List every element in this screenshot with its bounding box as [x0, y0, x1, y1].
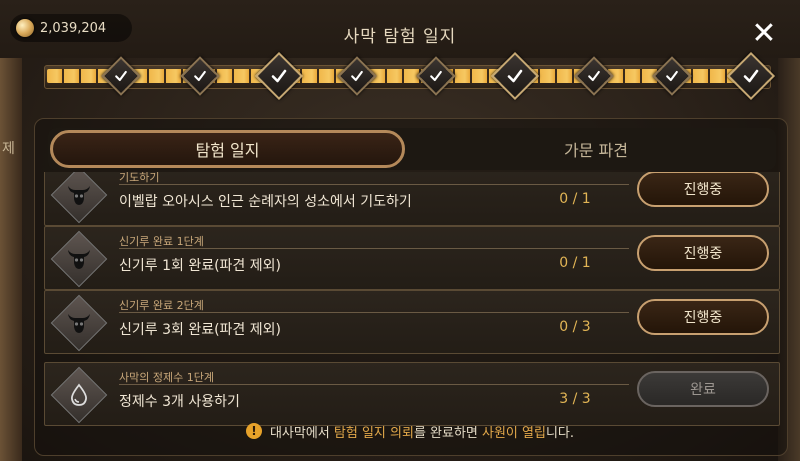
quest-progress-count: 3 / 3: [559, 391, 591, 407]
quest-row: 신기루 완료 1단계신기루 1회 완료(파견 제외) 0 / 1 진행중: [44, 226, 780, 290]
checkmark-icon: [507, 69, 523, 83]
progress-node: [726, 51, 776, 101]
quest-row: 신기루 완료 2단계신기루 3회 완료(파견 제외) 0 / 3 진행중: [44, 290, 780, 354]
checkmark-icon: [743, 69, 759, 83]
water-drop-icon: [70, 383, 88, 406]
quest-description: 정제수 3개 사용하기: [119, 394, 240, 410]
checkmark-icon: [587, 70, 600, 82]
progress-node: [254, 51, 303, 101]
quest-progress-count: 0 / 3: [559, 319, 591, 335]
quest-description: 이벨랍 오아시스 인근 순례자의 성소에서 기도하기: [119, 194, 412, 210]
checkmark-icon: [271, 69, 286, 83]
quest-divider: [119, 184, 629, 185]
top-bar: 2,039,204 사막 탐험 일지 ✕: [0, 0, 800, 58]
notice-part3: 니다.: [545, 425, 575, 441]
bull-skull-icon: [68, 250, 90, 269]
quest-subtitle: 신기루 완료 2단계: [119, 299, 204, 312]
quest-subtitle: 사막의 정제수 1단계: [119, 371, 214, 384]
quest-status-button[interactable]: 진행중: [637, 235, 769, 271]
checkmark-icon: [430, 70, 442, 82]
quest-icon-frame: [50, 230, 108, 288]
progress-track: [34, 51, 784, 104]
quest-icon-frame: [50, 172, 108, 224]
quest-list: 기도하기 이벨랍 오아시스 인근 순례자의 성소에서 기도하기 0 / 1 진행중 신기…: [44, 172, 780, 444]
quest-divider: [119, 248, 629, 249]
checkmark-icon: [115, 70, 127, 82]
quest-subtitle: 신기루 완료 1단계: [119, 235, 204, 248]
quest-row: 사막의 정제수 1단계정제수 3개 사용하기 3 / 3 완료: [44, 362, 780, 426]
checkmark-icon: [193, 70, 206, 82]
checkmark-icon: [666, 70, 679, 82]
quest-progress-count: 0 / 1: [559, 191, 591, 207]
warning-icon: !: [245, 423, 262, 439]
quest-description: 신기루 1회 완료(파견 제외): [119, 258, 281, 274]
left-edge-text: 제: [2, 141, 15, 157]
progress-node: [573, 56, 614, 96]
notice-bar: ! 대사막에서 탐험 일지 의뢰를 완료하면 사원이 열립니다.: [34, 419, 786, 443]
quest-description: 신기루 3회 완료(파견 제외): [119, 322, 281, 338]
progress-node: [179, 56, 220, 96]
quest-status-button[interactable]: 진행중: [637, 172, 769, 207]
notice-part1: 대사막에서: [269, 425, 334, 441]
quest-icon-frame: [50, 294, 108, 352]
progress-node: [652, 56, 693, 96]
quest-divider: [119, 384, 629, 385]
progress-node: [490, 51, 539, 101]
bull-skull-icon: [68, 186, 90, 205]
close-button[interactable]: ✕: [748, 18, 780, 50]
quest-icon-frame: [50, 366, 108, 424]
tab-exploration-journal[interactable]: 탐험 일지: [50, 130, 405, 168]
progress-node: [101, 56, 141, 96]
left-edge-backdrop: 제: [0, 0, 22, 461]
quest-progress-count: 0 / 1: [559, 255, 591, 271]
quest-row: 기도하기 이벨랍 오아시스 인근 순례자의 성소에서 기도하기 0 / 1 진행중: [44, 172, 780, 226]
close-icon: ✕: [751, 16, 777, 51]
notice-text: 대사막에서 탐험 일지 의뢰를 완료하면 사원이 열립니다.: [270, 422, 574, 441]
tab-family-dispatch[interactable]: 가문 파견: [416, 130, 776, 168]
window-title: 사막 탐험 일지: [343, 27, 457, 47]
bull-skull-icon: [68, 314, 90, 333]
notice-highlight-temple: 사원이 열립: [482, 425, 546, 441]
checkmark-icon: [351, 70, 364, 82]
quest-divider: [119, 312, 629, 313]
progress-node: [337, 56, 378, 96]
quest-status-button[interactable]: 진행중: [637, 299, 769, 335]
notice-part2: 를 완료하면: [413, 425, 483, 441]
notice-highlight-journal: 탐험 일지 의뢰: [333, 425, 414, 441]
tab-bar: 탐험 일지 가문 파견: [48, 128, 776, 170]
quest-status-button[interactable]: 완료: [637, 371, 769, 407]
progress-node: [416, 56, 456, 96]
